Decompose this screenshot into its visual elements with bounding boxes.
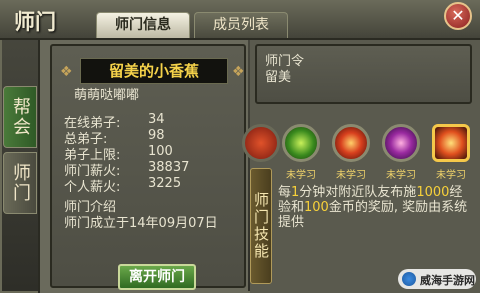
stat-value-personal-fire: 3225 — [148, 176, 182, 191]
stat-value-total: 98 — [148, 128, 165, 143]
desc-part-2: 分钟对附近队友布施 — [299, 185, 417, 200]
site-watermark: 威海手游网 — [398, 269, 476, 289]
stat-value-sect-fire: 38837 — [148, 160, 190, 175]
order-text: 留美 — [265, 70, 292, 85]
desc-exp-amount: 1000 — [416, 185, 450, 200]
stat-label-personal-fire: 个人薪火: — [64, 180, 121, 195]
tab-sect-info[interactable]: 师门信息 — [96, 12, 190, 38]
sect-info-box: ❖ 留美的小香蕉 ❖ 萌萌哒嘟嘟 在线弟子: 34 总弟子: 98 弟子上限: … — [50, 44, 246, 290]
window-title: 师门 — [14, 10, 56, 34]
leave-sect-button[interactable]: 离开师门 — [118, 264, 196, 290]
purple-shield-skill-icon[interactable] — [382, 124, 420, 162]
desc-part-1: 每 — [278, 185, 292, 200]
partial-skill-icon[interactable] — [242, 124, 280, 162]
stat-value-online: 34 — [148, 112, 165, 127]
sect-subtitle: 萌萌哒嘟嘟 — [74, 88, 140, 103]
skill-caption-2: 未学习 — [336, 170, 366, 181]
desc-gold-amount: 100 — [304, 200, 329, 215]
skill-description: 每1分钟对附近队友布施1000经验和100金币的奖励, 奖励由系统提供 — [278, 185, 474, 230]
sect-info-panel: ❖ 留美的小香蕉 ❖ 萌萌哒嘟嘟 在线弟子: 34 总弟子: 98 弟子上限: … — [38, 40, 248, 293]
red-flame-skill-icon[interactable] — [332, 124, 370, 162]
close-button[interactable]: ✕ — [444, 2, 472, 30]
tab-member-list[interactable]: 成员列表 — [194, 12, 288, 38]
sect-order-box: 师门令 留美 — [255, 44, 472, 104]
banner-left-ornament-icon: ❖ — [60, 64, 73, 80]
skill-caption-3: 未学习 — [386, 170, 416, 181]
sect-order-panel: 师门令 留美 限 未学习 未学习 未学习 未学习 师门技能 每1分钟对附近队友布… — [242, 40, 480, 293]
banner-right-ornament-icon: ❖ — [232, 64, 245, 80]
watermark-logo-icon — [402, 272, 416, 286]
side-tab-guild[interactable]: 帮会 — [3, 86, 37, 148]
intro-text: 师门成立于14年09月07日 — [64, 216, 218, 231]
watermark-text: 威海手游网 — [420, 274, 475, 287]
fire-burst-skill-icon[interactable] — [432, 124, 470, 162]
title-bar: 师门 师门信息 成员列表 ✕ — [0, 0, 480, 40]
skill-caption-1: 未学习 — [286, 170, 316, 181]
side-tab-sect[interactable]: 师门 — [3, 152, 37, 214]
sect-name-banner: 留美的小香蕉 — [80, 58, 228, 84]
stat-value-limit: 100 — [148, 144, 173, 159]
skill-caption-4: 未学习 — [436, 170, 466, 181]
tab-sect-skills[interactable]: 师门技能 — [250, 168, 272, 284]
close-icon: ✕ — [451, 6, 465, 25]
green-crosshair-skill-icon[interactable] — [282, 124, 320, 162]
